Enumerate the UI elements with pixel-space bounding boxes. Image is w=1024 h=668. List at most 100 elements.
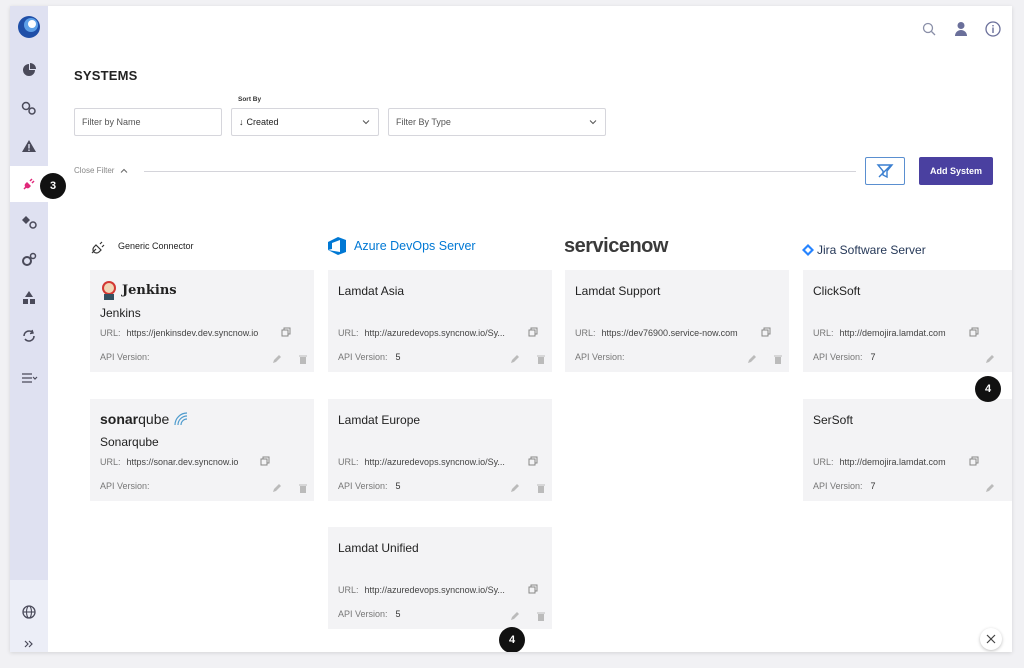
sidebar-item-settings[interactable] (10, 242, 48, 278)
sidebar-expand[interactable] (10, 634, 48, 652)
copy-icon[interactable] (761, 327, 771, 337)
close-filter-label: Close Filter (74, 166, 115, 175)
page-title: SYSTEMS (74, 68, 138, 83)
sort-by-label: Sort By (238, 96, 262, 103)
system-name: Jenkins (100, 306, 141, 320)
column-header-servicenow: servicenow (564, 234, 668, 258)
system-name: Sonarqube (100, 435, 159, 449)
delete-icon[interactable] (536, 611, 546, 621)
arrow-down-icon: ↓ (239, 117, 244, 127)
gear-icon (22, 252, 37, 266)
delete-icon[interactable] (536, 354, 546, 364)
edit-icon[interactable] (510, 483, 520, 493)
jenkins-logo-text: Jenkins (122, 282, 177, 298)
sort-by-select[interactable]: ↓ Created (231, 108, 379, 136)
copy-icon[interactable] (528, 327, 538, 337)
globe-icon (22, 605, 36, 619)
system-name: Lamdat Asia (338, 284, 405, 298)
api-version: API Version: 5 (338, 352, 401, 362)
sliders-icon (22, 373, 38, 383)
api-version: API Version: 5 (338, 481, 401, 491)
clear-filter-button[interactable] (865, 157, 905, 185)
plug-icon (91, 241, 105, 254)
copy-icon[interactable] (260, 456, 270, 466)
system-card-jenkins[interactable]: Jenkins Jenkins URL: https://jenkinsdev.d… (90, 270, 314, 372)
system-card-lamdat-europe[interactable]: Lamdat Europe URL: http://azuredevops.syn… (328, 399, 552, 501)
edit-icon[interactable] (510, 354, 520, 364)
system-name: ClickSoft (813, 284, 861, 298)
column-header-generic: Generic Connector (90, 234, 194, 258)
edit-icon[interactable] (272, 354, 282, 364)
jenkins-logo: Jenkins (100, 280, 177, 300)
system-card-clicksoft[interactable]: ClickSoft URL: http://demojira.lamdat.com… (803, 270, 1012, 372)
sidebar-item-sync[interactable] (10, 318, 48, 354)
system-card-lamdat-unified[interactable]: Lamdat Unified URL: http://azuredevops.sy… (328, 527, 552, 629)
api-version: API Version: (100, 481, 150, 491)
system-card-lamdat-support[interactable]: Lamdat Support URL: https://dev76900.serv… (565, 270, 789, 372)
sidebar-item-language[interactable] (10, 594, 48, 630)
system-name: Lamdat Support (575, 284, 661, 298)
edit-icon[interactable] (510, 611, 520, 621)
system-url: URL: http://demojira.lamdat.com (813, 328, 946, 338)
sidebar (10, 6, 48, 652)
plug-icon (23, 178, 35, 190)
warning-icon (22, 140, 36, 152)
sidebar-item-integrations[interactable] (10, 90, 48, 126)
add-system-button[interactable]: Add System (919, 157, 993, 185)
copy-icon[interactable] (528, 584, 538, 594)
system-card-sersoft[interactable]: SerSoft URL: http://demojira.lamdat.com A… (803, 399, 1012, 501)
chevron-down-icon (362, 120, 370, 125)
filter-name-placeholder: Filter by Name (82, 117, 141, 127)
filter-off-icon (876, 164, 894, 179)
delete-icon[interactable] (773, 354, 783, 364)
app-logo[interactable] (16, 14, 42, 40)
filter-name-input[interactable]: Filter by Name (74, 108, 222, 136)
system-card-sonarqube[interactable]: sonar qube Sonarqube URL: https://sonar.de… (90, 399, 314, 501)
sidebar-item-filters[interactable] (10, 360, 48, 396)
user-icon[interactable] (952, 20, 970, 38)
cross-arrows-icon (986, 634, 996, 644)
sonarqube-logo: sonar qube (100, 411, 191, 427)
info-icon[interactable] (984, 20, 1002, 38)
shapes-icon (23, 291, 35, 304)
column-title: Azure DevOps Server (354, 239, 476, 253)
delete-icon[interactable] (298, 354, 308, 364)
servicenow-logo: servicenow (564, 234, 668, 257)
close-filter-toggle[interactable]: Close Filter (74, 166, 128, 175)
column-title: Jira Software Server (817, 243, 926, 257)
copy-icon[interactable] (969, 456, 979, 466)
edit-icon[interactable] (272, 483, 282, 493)
filter-type-select[interactable]: Filter By Type (388, 108, 606, 136)
column-header-azure: Azure DevOps Server (326, 234, 476, 258)
sidebar-item-workflows[interactable] (10, 204, 48, 240)
step-badge: 3 (40, 173, 66, 199)
system-url: URL: https://dev76900.service-now.com (575, 328, 738, 338)
copy-icon[interactable] (528, 456, 538, 466)
delete-icon[interactable] (298, 483, 308, 493)
sidebar-item-dashboard[interactable] (10, 52, 48, 88)
sidebar-item-shapes[interactable] (10, 280, 48, 316)
sync-icon (23, 329, 35, 342)
step-badge: 4 (975, 376, 1001, 402)
system-url: URL: https://sonar.dev.syncnow.io (100, 457, 239, 467)
pie-chart-icon (23, 63, 36, 76)
edit-icon[interactable] (747, 354, 757, 364)
system-url: URL: https://jenkinsdev.dev.syncnow.io (100, 328, 259, 338)
edit-icon[interactable] (985, 354, 995, 364)
step-badge: 4 (499, 627, 525, 652)
column-title: Generic Connector (118, 241, 194, 251)
sidebar-item-alerts[interactable] (10, 128, 48, 164)
copy-icon[interactable] (969, 327, 979, 337)
gears-icon (21, 101, 36, 115)
system-card-lamdat-asia[interactable]: Lamdat Asia URL: http://azuredevops.syncn… (328, 270, 552, 372)
help-widget-button[interactable] (980, 628, 1002, 650)
system-url: URL: http://demojira.lamdat.com (813, 457, 946, 467)
top-toolbar (920, 20, 1002, 38)
edit-icon[interactable] (985, 483, 995, 493)
search-icon[interactable] (920, 20, 938, 38)
delete-icon[interactable] (536, 483, 546, 493)
filter-type-placeholder: Filter By Type (396, 117, 451, 127)
sort-by-value: Created (246, 117, 279, 127)
copy-icon[interactable] (281, 327, 291, 337)
double-chevron-icon (24, 640, 33, 648)
